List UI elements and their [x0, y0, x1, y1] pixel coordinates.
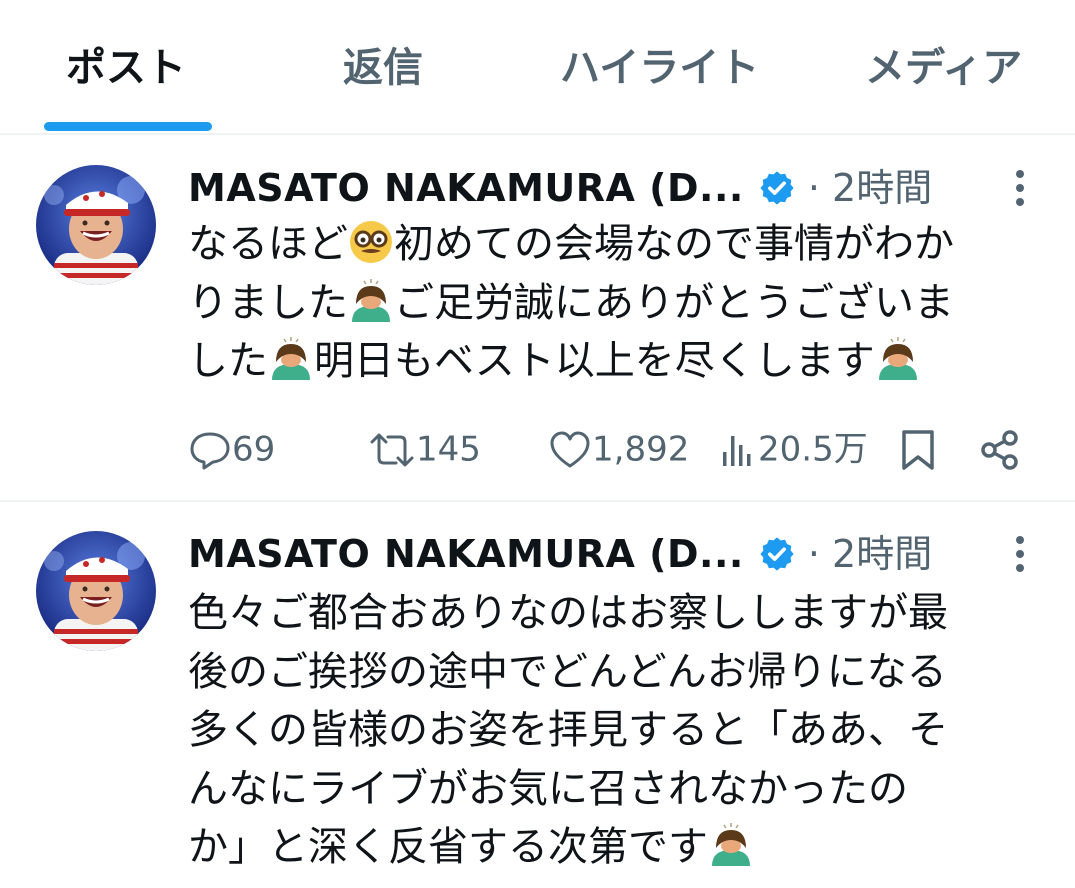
post-header: MASATO NAKAMURA (D... · 2時間	[188, 526, 932, 582]
tab-media[interactable]: メディア	[865, 38, 1022, 98]
man-bowing-icon	[878, 337, 917, 380]
like-count: 1,892	[592, 429, 690, 470]
verified-badge-icon	[760, 171, 794, 205]
author-name[interactable]: MASATO NAKAMURA (D...	[188, 166, 744, 210]
reply-button[interactable]: 69	[188, 418, 275, 478]
post-text: 色々ご都合おありなのはお察ししますが最 後のご挨拶の途中でどんどんお帰りになる …	[188, 590, 948, 870]
tab-posts[interactable]: ポスト	[66, 38, 186, 98]
share-button[interactable]	[978, 418, 1022, 478]
views-button[interactable]: 20.5万	[718, 418, 868, 478]
avatar-image	[36, 165, 156, 285]
man-bowing-icon	[352, 278, 390, 322]
avatar[interactable]	[36, 531, 156, 651]
views-count: 20.5万	[758, 429, 868, 470]
views-chart-icon	[723, 435, 751, 466]
repost-count: 145	[416, 429, 481, 470]
bookmark-icon	[902, 429, 934, 470]
post-timestamp[interactable]: · 2時間	[808, 166, 932, 210]
post-actions: 69 145 1,892 20.5万	[0, 418, 1075, 478]
post-timestamp[interactable]: · 2時間	[808, 532, 932, 576]
repost-icon	[370, 433, 414, 466]
post-header: MASATO NAKAMURA (D... · 2時間	[188, 160, 932, 216]
avatar-image	[36, 531, 156, 651]
man-bowing-icon	[712, 823, 750, 866]
post-text: なるほど 初めての会場なので事情がわか りました ご足労誠にありがとうございま した…	[188, 221, 954, 384]
like-button[interactable]: 1,892	[548, 418, 689, 478]
post-divider	[0, 500, 1075, 502]
verified-badge-icon	[760, 537, 794, 571]
more-options-icon[interactable]	[1010, 166, 1030, 210]
repost-button[interactable]: 145	[368, 418, 481, 478]
reply-icon	[190, 432, 230, 469]
reply-count: 69	[232, 429, 276, 470]
nerd-face-with-glasses-icon	[350, 221, 392, 263]
tab-highlights[interactable]: ハイライト	[560, 38, 759, 98]
avatar[interactable]	[36, 165, 156, 285]
bookmark-button[interactable]	[898, 418, 938, 478]
man-bowing-icon	[272, 337, 310, 380]
tab-replies[interactable]: 返信	[343, 38, 423, 98]
active-tab-indicator	[44, 122, 212, 131]
author-name[interactable]: MASATO NAKAMURA (D...	[188, 532, 744, 576]
heart-icon	[550, 431, 590, 467]
more-options-icon[interactable]	[1010, 532, 1030, 576]
share-icon	[981, 429, 1018, 470]
profile-tabs: ポスト 返信 ハイライト メディア	[0, 0, 1075, 135]
tabs-divider	[0, 133, 1075, 135]
